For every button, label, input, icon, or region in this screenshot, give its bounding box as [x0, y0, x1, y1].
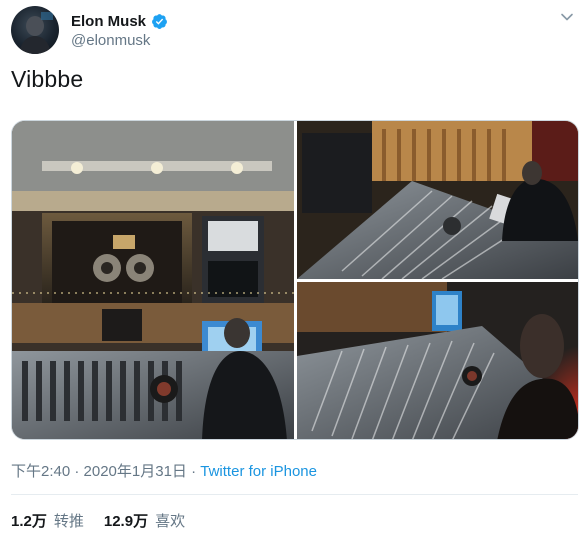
verified-badge-icon	[151, 13, 168, 30]
avatar-image	[19, 12, 53, 54]
likes-count: 12.9万	[103, 513, 149, 530]
retweets-label: 转推	[53, 513, 84, 530]
tweet-timestamp[interactable]: 下午2:40 · 2020年1月31日	[11, 463, 187, 480]
tweet-source-link[interactable]: Twitter for iPhone	[200, 463, 317, 480]
avatar[interactable]	[11, 6, 59, 54]
author-name-row: Elon Musk	[71, 10, 168, 32]
author-display-name[interactable]: Elon Musk	[71, 13, 146, 30]
meta-separator: ·	[186, 463, 201, 480]
tweet-text: Vibbbe	[11, 66, 84, 92]
media-grid	[11, 120, 579, 440]
media-photo-2[interactable]	[297, 121, 579, 280]
chevron-down-icon[interactable]	[560, 10, 574, 24]
tweet-stats: 1.2万 转推 12.9万 喜欢	[11, 510, 185, 531]
author-handle[interactable]: @elonmusk	[71, 32, 150, 49]
media-photo-3[interactable]	[297, 282, 579, 440]
likes-stat[interactable]: 12.9万 喜欢	[104, 510, 185, 531]
tweet-meta: 下午2:40 · 2020年1月31日 · Twitter for iPhone	[11, 460, 317, 481]
media-photo-1[interactable]	[12, 121, 294, 440]
retweets-count: 1.2万	[11, 513, 47, 530]
retweets-stat[interactable]: 1.2万 转推	[11, 510, 84, 531]
likes-label: 喜欢	[155, 513, 186, 530]
divider	[11, 494, 578, 495]
